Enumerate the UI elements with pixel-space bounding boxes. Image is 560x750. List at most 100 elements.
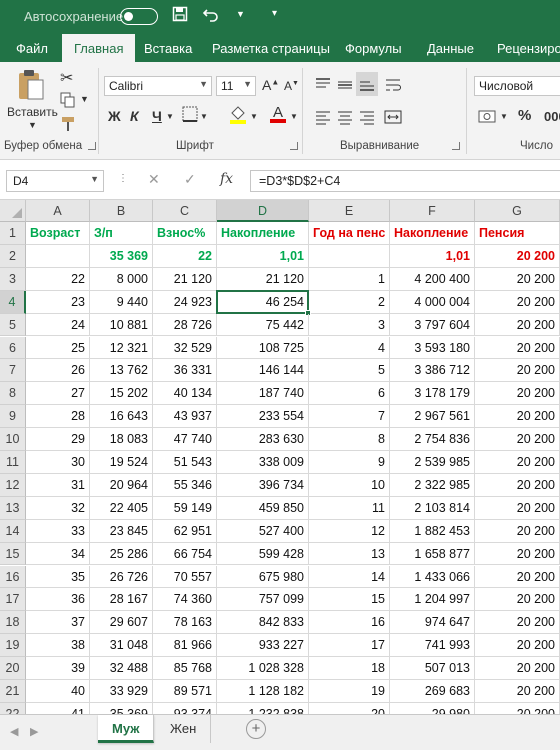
cell-a20[interactable]: 39 — [26, 657, 90, 680]
cell-g14[interactable]: 20 200 — [475, 519, 560, 543]
column-header-f[interactable]: F — [390, 200, 475, 222]
cell-a9[interactable]: 28 — [26, 405, 90, 429]
cell-c17[interactable]: 74 360 — [153, 588, 217, 612]
align-right-icon[interactable] — [358, 108, 376, 129]
cell-f10[interactable]: 2 754 836 — [390, 428, 475, 451]
column-header-e[interactable]: E — [309, 200, 390, 222]
alignment-launcher-icon[interactable] — [452, 142, 460, 150]
paste-button[interactable]: Вставить — [7, 105, 58, 119]
cell-d19[interactable]: 933 227 — [217, 634, 309, 658]
merge-center-icon[interactable] — [384, 108, 402, 129]
cell-e15[interactable]: 13 — [309, 542, 390, 566]
cell-g1[interactable]: Пенсия — [475, 222, 560, 245]
row-header-20[interactable]: 20 — [0, 657, 26, 680]
more-options-icon[interactable]: ⋮ — [118, 173, 128, 184]
tab-insert[interactable]: Вставка — [144, 41, 192, 56]
underline-button[interactable]: Ч — [152, 108, 162, 124]
cell-b5[interactable]: 10 881 — [90, 313, 153, 337]
cell-a16[interactable]: 35 — [26, 565, 90, 589]
paste-icon[interactable] — [14, 68, 48, 105]
row-header-9[interactable]: 9 — [0, 405, 26, 429]
cell-d18[interactable]: 842 833 — [217, 611, 309, 635]
cell-d3[interactable]: 21 120 — [217, 267, 309, 291]
tab-formulas[interactable]: Формулы — [345, 41, 402, 56]
cell-g13[interactable]: 20 200 — [475, 496, 560, 520]
enter-icon[interactable]: ✓ — [184, 171, 196, 188]
cell-a17[interactable]: 36 — [26, 588, 90, 612]
cut-icon[interactable]: ✂ — [60, 68, 73, 88]
row-header-12[interactable]: 12 — [0, 473, 26, 497]
cell-a18[interactable]: 37 — [26, 611, 90, 635]
cell-g3[interactable]: 20 200 — [475, 267, 560, 291]
cell-c19[interactable]: 81 966 — [153, 634, 217, 658]
cell-g19[interactable]: 20 200 — [475, 634, 560, 658]
cell-e5[interactable]: 3 — [309, 313, 390, 337]
bold-button[interactable]: Ж — [108, 108, 121, 124]
row-header-13[interactable]: 13 — [0, 496, 26, 520]
cell-d10[interactable]: 283 630 — [217, 428, 309, 451]
align-top-icon[interactable] — [314, 76, 332, 97]
cell-f2[interactable]: 1,01 — [390, 244, 475, 268]
cell-b8[interactable]: 15 202 — [90, 382, 153, 406]
undo-dropdown-icon[interactable]: ▼ — [236, 9, 245, 19]
fill-color-dropdown-icon[interactable]: ▼ — [250, 112, 258, 121]
cell-a3[interactable]: 22 — [26, 267, 90, 291]
cell-a14[interactable]: 33 — [26, 519, 90, 543]
scroll-left-icon[interactable]: ◀ — [10, 725, 18, 738]
cell-f6[interactable]: 3 593 180 — [390, 336, 475, 360]
cell-b2[interactable]: 35 369 — [90, 244, 153, 268]
cell-a19[interactable]: 38 — [26, 634, 90, 658]
cell-b21[interactable]: 33 929 — [90, 680, 153, 703]
cell-e10[interactable]: 8 — [309, 428, 390, 451]
align-center-icon[interactable] — [336, 108, 354, 129]
column-header-g[interactable]: G — [475, 200, 560, 222]
cell-d21[interactable]: 1 128 182 — [217, 680, 309, 703]
select-all-corner[interactable] — [0, 200, 26, 222]
row-header-21[interactable]: 21 — [0, 680, 26, 703]
cell-a8[interactable]: 27 — [26, 382, 90, 406]
cell-b10[interactable]: 18 083 — [90, 428, 153, 451]
cell-c16[interactable]: 70 557 — [153, 565, 217, 589]
cell-g21[interactable]: 20 200 — [475, 680, 560, 703]
font-color-dropdown-icon[interactable]: ▼ — [290, 112, 298, 121]
cell-b3[interactable]: 8 000 — [90, 267, 153, 291]
insert-function-icon[interactable]: fx — [220, 171, 233, 187]
sheet-tab-male[interactable]: Муж — [98, 715, 155, 743]
cell-d6[interactable]: 108 725 — [217, 336, 309, 360]
accounting-format-icon[interactable] — [478, 108, 498, 129]
cell-c21[interactable]: 89 571 — [153, 680, 217, 703]
cell-d20[interactable]: 1 028 328 — [217, 657, 309, 680]
cell-a2[interactable] — [26, 244, 90, 268]
cell-d4[interactable]: 46 254 — [217, 290, 309, 314]
cell-c9[interactable]: 43 937 — [153, 405, 217, 429]
cell-e2[interactable] — [309, 244, 390, 268]
cell-g7[interactable]: 20 200 — [475, 359, 560, 383]
cell-f16[interactable]: 1 433 066 — [390, 565, 475, 589]
formula-input[interactable]: =D3*$D$2+C4 — [250, 170, 560, 192]
cell-b19[interactable]: 31 048 — [90, 634, 153, 658]
cell-f15[interactable]: 1 658 877 — [390, 542, 475, 566]
row-header-2[interactable]: 2 — [0, 244, 26, 268]
cell-e16[interactable]: 14 — [309, 565, 390, 589]
cell-e8[interactable]: 6 — [309, 382, 390, 406]
align-bottom-icon[interactable] — [356, 72, 378, 96]
underline-dropdown-icon[interactable]: ▼ — [166, 112, 174, 121]
cell-c11[interactable]: 51 543 — [153, 451, 217, 474]
undo-icon[interactable] — [202, 6, 220, 27]
cell-d1[interactable]: Накопление — [217, 222, 309, 245]
cancel-icon[interactable]: ✕ — [148, 171, 160, 188]
column-header-b[interactable]: B — [90, 200, 153, 222]
cell-a15[interactable]: 34 — [26, 542, 90, 566]
cell-c12[interactable]: 55 346 — [153, 473, 217, 497]
cell-g2[interactable]: 20 200 — [475, 244, 560, 268]
cell-b1[interactable]: З/п — [90, 222, 153, 245]
accounting-dropdown-icon[interactable]: ▼ — [500, 112, 508, 121]
cell-a6[interactable]: 25 — [26, 336, 90, 360]
cell-d5[interactable]: 75 442 — [217, 313, 309, 337]
cell-f14[interactable]: 1 882 453 — [390, 519, 475, 543]
cell-b7[interactable]: 13 762 — [90, 359, 153, 383]
cell-b11[interactable]: 19 524 — [90, 451, 153, 474]
cell-f4[interactable]: 4 000 004 — [390, 290, 475, 314]
paste-dropdown-icon[interactable]: ▼ — [28, 120, 37, 130]
row-header-5[interactable]: 5 — [0, 313, 26, 337]
